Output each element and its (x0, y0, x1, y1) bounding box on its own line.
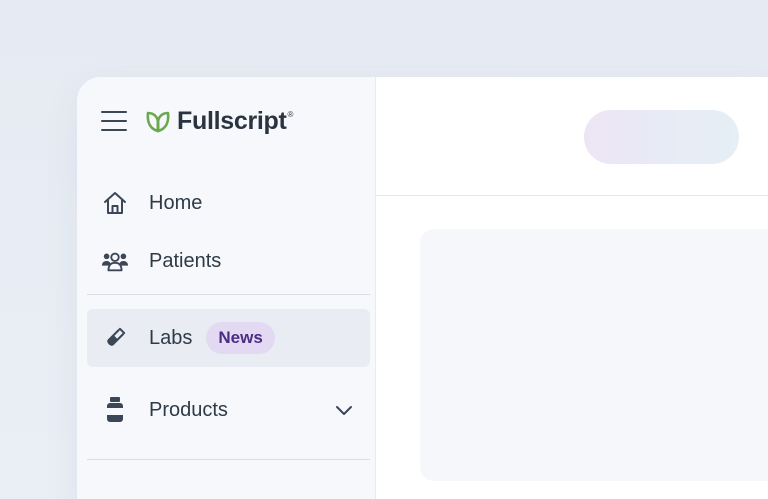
home-icon (101, 189, 129, 217)
nav-divider (87, 294, 370, 295)
registered-mark: ® (287, 109, 294, 119)
sidebar-item-patients[interactable]: Patients (87, 232, 370, 290)
sidebar-nav: Home Patients Labs News Products (87, 174, 370, 460)
test-tube-icon (101, 324, 129, 352)
app-window: Fullscript ® Home Patients Labs News Pro… (77, 77, 768, 499)
brand-name: Fullscript (177, 106, 287, 135)
top-bar (376, 77, 768, 196)
sidebar-item-products[interactable]: Products (87, 381, 370, 439)
leaf-icon (145, 109, 171, 133)
loading-placeholder-pill (584, 110, 739, 164)
main-content (376, 77, 768, 499)
sidebar-item-labs[interactable]: Labs News (87, 309, 370, 367)
hamburger-menu-icon[interactable] (101, 111, 127, 131)
fullscript-logo[interactable]: Fullscript ® (145, 107, 293, 136)
chevron-down-icon[interactable] (334, 400, 354, 420)
nav-divider (87, 459, 370, 460)
sidebar-item-label: Labs (149, 326, 193, 349)
sidebar: Fullscript ® Home Patients Labs News Pro… (77, 77, 376, 499)
news-badge: News (206, 322, 275, 354)
loading-placeholder-card (420, 229, 768, 481)
sidebar-header: Fullscript ® (101, 105, 293, 137)
page-background: Fullscript ® Home Patients Labs News Pro… (0, 0, 768, 499)
sidebar-item-home[interactable]: Home (87, 174, 370, 232)
supplement-bottle-icon (101, 396, 129, 424)
patients-icon (101, 247, 129, 275)
sidebar-item-label: Patients (149, 249, 222, 272)
sidebar-item-label: Products (149, 398, 228, 421)
sidebar-item-label: Home (149, 191, 203, 214)
